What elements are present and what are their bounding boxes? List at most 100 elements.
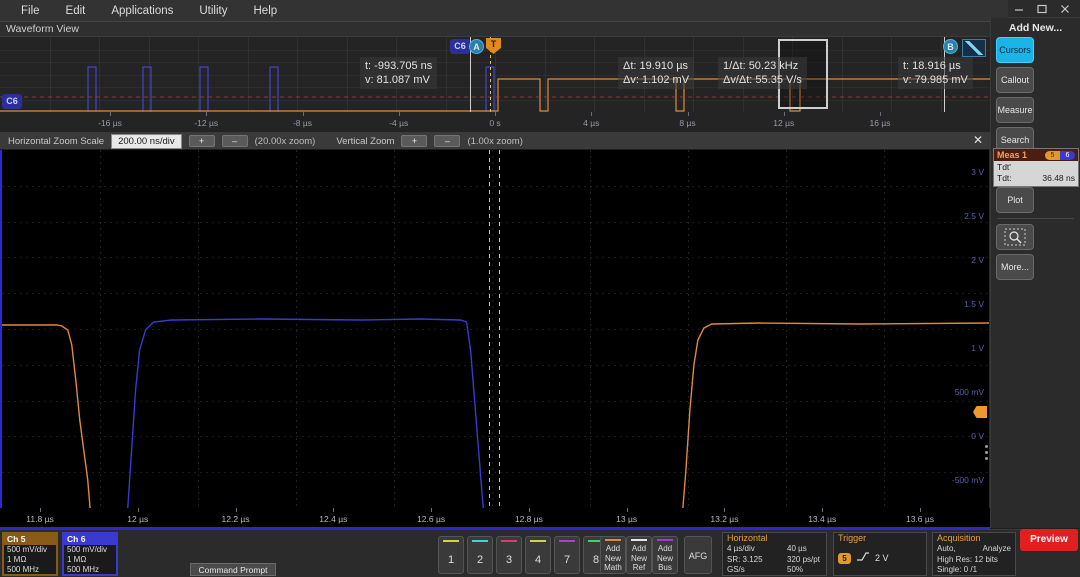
overview-tick-mark <box>206 112 208 116</box>
minimize-icon[interactable] <box>1012 2 1026 16</box>
menu-item-file[interactable]: File <box>8 3 53 19</box>
close-icon[interactable] <box>1058 2 1072 16</box>
channel-button-label: 3 <box>505 554 513 566</box>
vertical-zoom-label: Vertical Zoom <box>336 135 395 147</box>
main-tick-label: 12.8 µs <box>514 514 543 524</box>
main-tick-label: 13.2 µs <box>710 514 739 524</box>
menu-item-applications[interactable]: Applications <box>98 3 186 19</box>
overview-channel-badge-c6[interactable]: C6 <box>450 39 470 54</box>
channel-button-2[interactable]: 2 <box>467 536 493 574</box>
horizontal-zoom-decrease-button[interactable]: – <box>221 135 248 147</box>
add-new-title: Add New... <box>1008 22 1063 34</box>
channel-badge-ch6-impedance: 1 MΩ <box>67 555 87 564</box>
horizontal-zoom-increase-button[interactable]: + <box>188 135 215 147</box>
menu-bar: File Edit Applications Utility Help <box>0 0 1008 22</box>
overview-tick-label: 4 µs <box>583 118 600 128</box>
taskbar-command-prompt[interactable]: Command Prompt <box>190 563 276 576</box>
add-callout-button[interactable]: Callout <box>996 67 1034 93</box>
overview-tick-mark <box>783 112 785 116</box>
overview-c6-ground-badge[interactable]: C6 <box>2 94 22 109</box>
vertical-zoom-increase-button[interactable]: + <box>401 135 428 147</box>
channel-badge-ch5-bandwidth: 500 MHz <box>7 565 40 574</box>
measurement-badge-header: Meas 1 5 6 <box>994 149 1078 161</box>
measurement-badge-meas1[interactable]: Meas 1 5 6 Tdt' Tdt: 36.48 ns <box>993 148 1079 187</box>
channel-badge-ch6-bandwidth: 500 MHz <box>67 565 100 574</box>
main-tick-label: 12.6 µs <box>417 514 446 524</box>
measurement-row-2-label: Tdt: <box>997 173 1012 183</box>
channel-button-4[interactable]: 4 <box>525 536 551 574</box>
channel-badge-ch5[interactable]: Ch 5 500 mV/div 1 MΩ 500 MHz <box>2 532 58 576</box>
main-cursor-b-line[interactable] <box>499 150 500 508</box>
main-cursor-a-line[interactable] <box>489 150 490 508</box>
measurement-source-chips: 5 6 <box>1045 150 1075 160</box>
trigger-level: 2 V <box>875 553 889 563</box>
trigger-source-chip[interactable]: 5 <box>838 552 851 564</box>
acquisition-mode: Auto, <box>937 544 956 553</box>
channel-badge-ch5-scale: 500 mV/div <box>7 545 48 554</box>
add-more-button[interactable]: More... <box>996 254 1034 280</box>
channel-button-1[interactable]: 1 <box>438 536 464 574</box>
add-measure-button[interactable]: Measure <box>996 97 1034 123</box>
horizontal-sample-rate: SR: 3.125 GS/s <box>727 554 763 575</box>
channel-button-3[interactable]: 3 <box>496 536 522 574</box>
main-tick-mark <box>333 508 335 512</box>
horizontal-scale: 4 µs/div <box>727 544 755 553</box>
channel-badge-ch5-impedance: 1 MΩ <box>7 555 27 564</box>
measurement-row-1-label: Tdt' <box>997 162 1011 172</box>
horizontal-zoom-scale-input[interactable]: 200.00 ns/div <box>111 133 182 149</box>
more-options-dots-icon[interactable] <box>985 445 988 463</box>
channel-color-bar <box>530 540 546 542</box>
channel-button-label: 2 <box>476 554 484 566</box>
cursor-a-marker[interactable]: A <box>469 39 484 54</box>
preview-button[interactable]: Preview <box>1020 529 1078 551</box>
channel-button-label: 8 <box>592 554 600 566</box>
add-plot-button[interactable]: Plot <box>996 187 1034 213</box>
main-zoom-plot[interactable]: 3 V2.5 V2 V1.5 V1 V500 mV0 V-500 mV-1 V … <box>0 150 990 508</box>
zoom-area-overview-icon[interactable] <box>962 39 986 57</box>
overview-tick-label: -16 µs <box>98 118 122 128</box>
main-tick-mark <box>431 508 433 512</box>
close-zoom-toolbar-icon[interactable]: ✕ <box>972 134 984 147</box>
cursor-b-marker[interactable]: B <box>943 39 958 54</box>
trigger-settings-box[interactable]: Trigger 5 2 V <box>833 532 927 576</box>
acquisition-settings-box[interactable]: Acquisition Auto, Analyze High Res: 12 b… <box>932 532 1016 576</box>
maximize-icon[interactable] <box>1035 2 1049 16</box>
measurement-source-chip-5[interactable]: 5 <box>1045 150 1060 160</box>
add-new-bus-button[interactable]: Add New Bus <box>652 536 678 574</box>
rising-edge-icon <box>856 549 870 567</box>
add-new-ref-button[interactable]: Add New Ref <box>626 536 652 574</box>
overview-tick-label: -8 µs <box>292 118 313 128</box>
horizontal-settings-box[interactable]: Horizontal 4 µs/div SR: 3.125 GS/s RL: 1… <box>722 532 827 577</box>
channel-button-7[interactable]: 7 <box>554 536 580 574</box>
main-tick-mark <box>40 508 41 512</box>
zoom-area-icon[interactable] <box>996 224 1034 250</box>
add-new-button-label: Add New Bus <box>656 544 673 572</box>
main-tick-mark <box>920 508 921 512</box>
main-tick-mark <box>626 508 628 512</box>
zoom-scale-toolbar: Horizontal Zoom Scale 200.00 ns/div + – … <box>0 133 990 150</box>
overview-tick-mark <box>591 112 593 116</box>
zoom-region-box[interactable] <box>778 39 828 109</box>
overview-tick-label: 12 µs <box>773 118 795 128</box>
channel-button-label: 4 <box>534 554 542 566</box>
overview-tick-mark <box>687 112 689 116</box>
measurement-source-chip-6[interactable]: 6 <box>1060 150 1075 160</box>
overview-plot[interactable]: C6 A T B C6 t: -993.705 ns v: 81.087 mV … <box>0 37 990 112</box>
side-panel-divider <box>997 218 1074 219</box>
horizontal-position: 40 µs <box>787 544 807 553</box>
channel-badge-ch6[interactable]: Ch 6 500 mV/div 1 MΩ 500 MHz <box>62 532 118 576</box>
vertical-zoom-decrease-button[interactable]: – <box>434 135 461 147</box>
main-time-axis: 11.8 µs 12 µs 12.2 µs 12.4 µs 12.6 µs 12.8 µs… <box>0 508 990 529</box>
menu-item-utility[interactable]: Utility <box>186 3 240 19</box>
add-cursors-button[interactable]: Cursors <box>996 37 1034 63</box>
acquisition-analyze[interactable]: Analyze <box>983 544 1011 555</box>
overview-tick-label: 8 µs <box>679 118 696 128</box>
acquisition-title: Acquisition <box>937 533 981 543</box>
menu-item-help[interactable]: Help <box>241 3 291 19</box>
afg-button[interactable]: AFG <box>684 536 712 574</box>
add-new-math-button[interactable]: Add New Math <box>600 536 626 574</box>
measurement-values: Tdt' Tdt: 36.48 ns <box>994 161 1078 186</box>
bottom-bar: Ch 5 500 mV/div 1 MΩ 500 MHz Ch 6 500 mV… <box>0 529 1080 577</box>
menu-item-edit[interactable]: Edit <box>53 3 99 19</box>
channel-color-bar <box>443 540 459 542</box>
